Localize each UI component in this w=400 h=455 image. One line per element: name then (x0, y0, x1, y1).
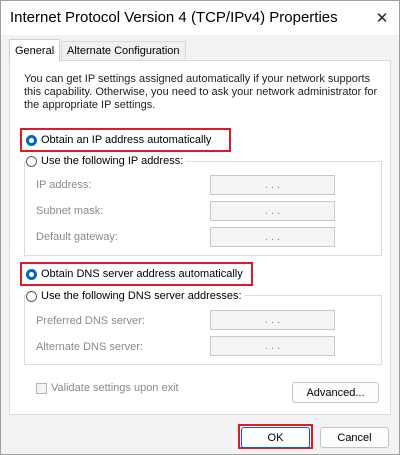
radio-unchecked-icon (26, 290, 37, 302)
alternate-dns-label: Alternate DNS server: (36, 341, 143, 353)
ok-button[interactable]: OK (241, 427, 310, 448)
default-gateway-label: Default gateway: (36, 231, 118, 243)
ip-auto-radio[interactable]: Obtain an IP address automatically (26, 134, 215, 146)
subnet-mask-field[interactable]: . . . (210, 201, 335, 221)
ip-manual-radio[interactable]: Use the following IP address: (26, 155, 187, 167)
close-icon: ✕ (375, 10, 389, 27)
ip-address-label: IP address: (36, 179, 92, 191)
properties-dialog: Internet Protocol Version 4 (TCP/IPv4) P… (0, 0, 400, 455)
preferred-dns-field[interactable]: . . . (210, 310, 335, 330)
default-gateway-field[interactable]: . . . (210, 227, 335, 247)
checkbox-unchecked-icon (36, 382, 47, 394)
dns-manual-radio[interactable]: Use the following DNS server addresses: (26, 290, 245, 302)
dialog-title: Internet Protocol Version 4 (TCP/IPv4) P… (10, 9, 338, 26)
ip-address-field[interactable]: . . . (210, 175, 335, 195)
tab-alternate-configuration[interactable]: Alternate Configuration (61, 41, 186, 61)
alternate-dns-field[interactable]: . . . (210, 336, 335, 356)
radio-checked-icon (26, 134, 37, 146)
cancel-button[interactable]: Cancel (320, 427, 389, 448)
dns-auto-label: Obtain DNS server address automatically (41, 268, 243, 280)
title-bar: Internet Protocol Version 4 (TCP/IPv4) P… (1, 1, 399, 35)
dns-manual-label: Use the following DNS server addresses: (41, 290, 242, 302)
close-button[interactable]: ✕ (365, 1, 399, 35)
ip-manual-label: Use the following IP address: (41, 155, 184, 167)
general-panel: You can get IP settings assigned automat… (9, 60, 391, 415)
radio-unchecked-icon (26, 155, 37, 167)
preferred-dns-label: Preferred DNS server: (36, 315, 145, 327)
radio-checked-icon (26, 268, 37, 280)
validate-label: Validate settings upon exit (51, 382, 179, 394)
description-text: You can get IP settings assigned automat… (24, 73, 378, 111)
tab-general[interactable]: General (9, 39, 61, 62)
subnet-mask-label: Subnet mask: (36, 205, 104, 217)
validate-checkbox[interactable]: Validate settings upon exit (36, 382, 179, 394)
dns-auto-radio[interactable]: Obtain DNS server address automatically (26, 268, 246, 280)
ip-auto-label: Obtain an IP address automatically (41, 134, 212, 146)
advanced-button[interactable]: Advanced... (292, 382, 379, 403)
